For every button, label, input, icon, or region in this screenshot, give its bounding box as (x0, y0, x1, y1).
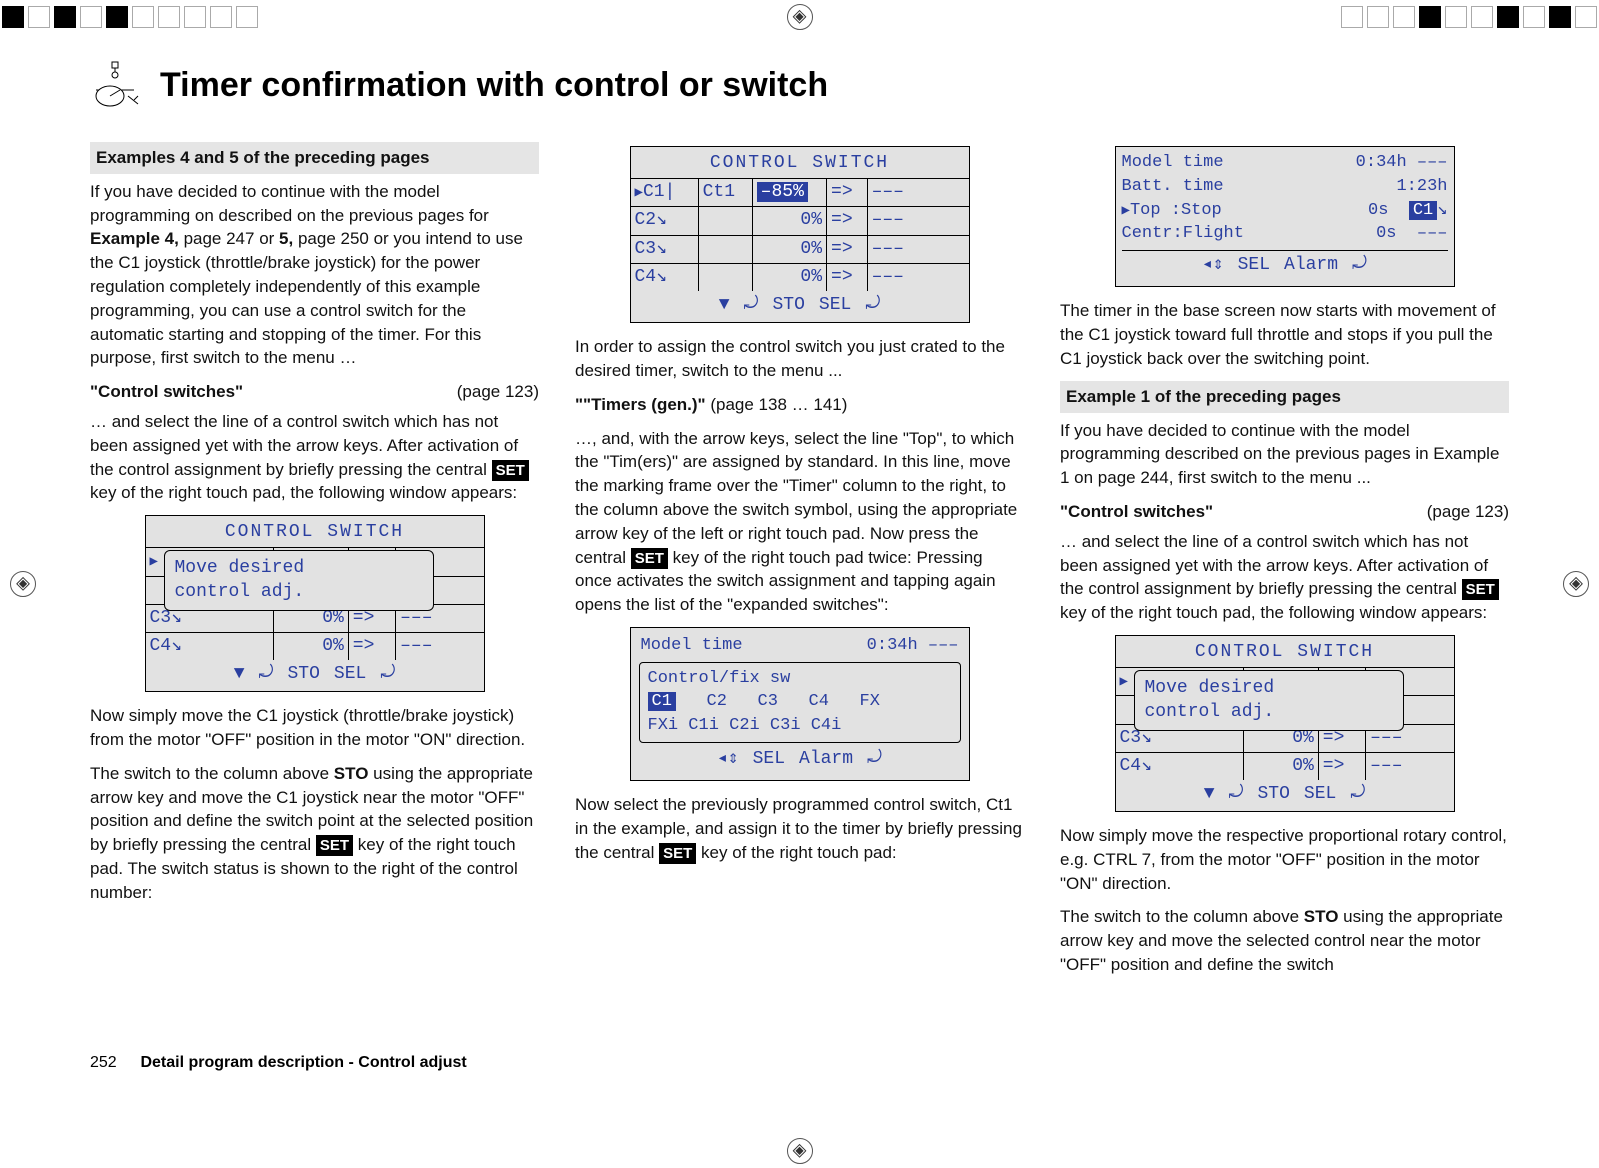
paragraph: Now simply move the C1 joystick (throttl… (90, 704, 539, 752)
menu-reference: "Control switches" (page 123) (1060, 500, 1509, 524)
menu-reference: ""Timers (gen.)" (page 138 … 141) (575, 393, 1024, 417)
paragraph: If you have decided to continue with the… (90, 180, 539, 370)
registration-mark-icon (787, 4, 813, 30)
lcd-title: CONTROL SWITCH (1116, 636, 1454, 668)
switch-icon: ⤾ (1352, 253, 1367, 278)
set-key-label: SET (492, 460, 529, 481)
registration-mark-icon (10, 571, 36, 597)
switch-icon: ⤾ (1350, 782, 1365, 807)
switch-icon: ⤾ (380, 662, 395, 687)
lcd-timers-expanded-switches: Model time 0:34h ––– Control/fix sw C1 C… (630, 627, 970, 781)
lcd-overlay-message: Move desired control adj. (164, 550, 434, 611)
column-2: CONTROL SWITCH C1| Ct1 –85% => ––– C2↘0%… (575, 138, 1024, 1108)
nav-arrows-icon: ◂⇕ (1202, 253, 1224, 278)
page-title: Timer confirmation with control or switc… (160, 66, 828, 105)
paragraph: The timer in the base screen now starts … (1060, 299, 1509, 370)
switch-icon: ⤾ (259, 662, 274, 687)
down-arrow-icon: ▼ (719, 293, 730, 318)
stopwatch-icon (90, 60, 140, 110)
page-number: 252 (90, 1054, 136, 1072)
set-key-label: SET (316, 835, 353, 856)
set-key-label: SET (1462, 579, 1499, 600)
switch-icon: ⤾ (1229, 782, 1244, 807)
expanded-switches-box: Control/fix sw C1 C2 C3 C4 FX FXi C1i C2… (639, 662, 961, 743)
column-1: Examples 4 and 5 of the preceding pages … (90, 138, 539, 1108)
paragraph: The switch to the column above STO using… (90, 762, 539, 905)
paragraph: In order to assign the control switch yo… (575, 335, 1024, 383)
footer-section: Detail program description - Control adj… (140, 1054, 466, 1071)
paragraph: The switch to the column above STO using… (1060, 905, 1509, 976)
down-arrow-icon: ▼ (234, 662, 245, 687)
paragraph: If you have decided to continue with the… (1060, 419, 1509, 490)
paragraph: … and select the line of a control switc… (90, 410, 539, 505)
lcd-title: CONTROL SWITCH (146, 516, 484, 548)
lcd-control-switch-overlay: CONTROL SWITCH ––– ––– C3↘0%=>––– C4↘0%=… (1115, 635, 1455, 812)
set-key-label: SET (631, 548, 668, 569)
down-arrow-icon: ▼ (1204, 782, 1215, 807)
print-marks-top (0, 2, 1599, 32)
lcd-control-switch-overlay: CONTROL SWITCH ––– ––– C3↘0%=>––– C4↘0%=… (145, 515, 485, 692)
subheading: Examples 4 and 5 of the preceding pages (90, 142, 539, 174)
set-key-label: SET (659, 843, 696, 864)
switch-icon: ⤾ (865, 293, 880, 318)
paragraph: Now select the previously programmed con… (575, 793, 1024, 864)
paragraph: …, and, with the arrow keys, select the … (575, 427, 1024, 617)
registration-mark-icon (1563, 571, 1589, 597)
lcd-control-switch-assigned: CONTROL SWITCH C1| Ct1 –85% => ––– C2↘0%… (630, 146, 970, 323)
lcd-timers-assigned: Model time0:34h ––– Batt. time1:23h Top … (1115, 146, 1455, 287)
print-marks-bottom (0, 1136, 1599, 1166)
paragraph: Now simply move the respective proportio… (1060, 824, 1509, 895)
lcd-overlay-message: Move desired control adj. (1134, 670, 1404, 731)
subheading: Example 1 of the preceding pages (1060, 381, 1509, 413)
registration-mark-icon (787, 1138, 813, 1164)
nav-arrows-icon: ◂⇕ (717, 747, 739, 772)
switch-icon: ⤾ (867, 747, 882, 772)
page-footer: 252 Detail program description - Control… (90, 1054, 467, 1072)
paragraph: … and select the line of a control switc… (1060, 530, 1509, 625)
menu-reference: "Control switches" (page 123) (90, 380, 539, 404)
column-3: Model time0:34h ––– Batt. time1:23h Top … (1060, 138, 1509, 1108)
switch-icon: ⤾ (744, 293, 759, 318)
lcd-title: CONTROL SWITCH (631, 147, 969, 179)
